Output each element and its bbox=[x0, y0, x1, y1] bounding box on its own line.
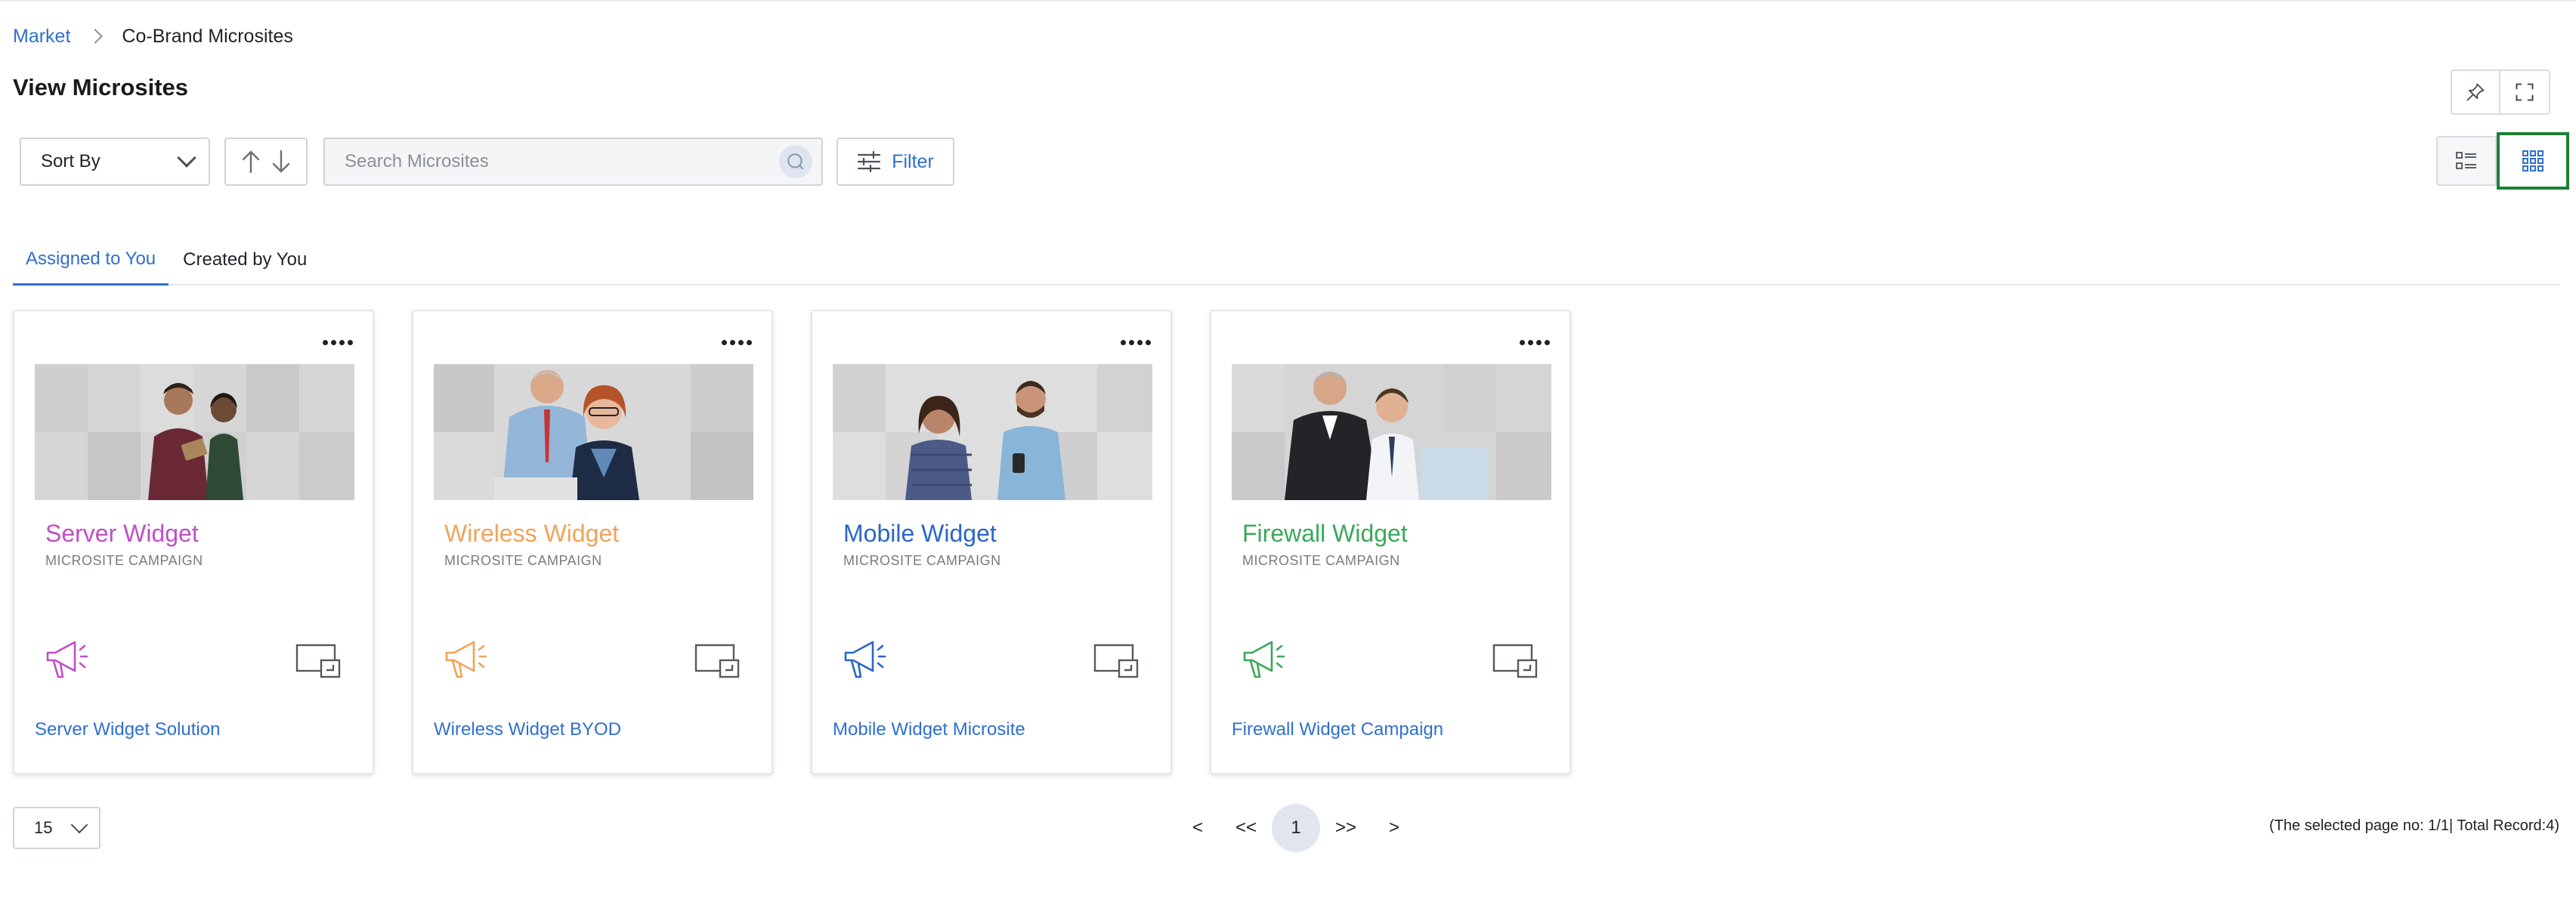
breadcrumb-current: Co-Brand Microsites bbox=[122, 25, 293, 47]
card-title[interactable]: Server Widget bbox=[45, 520, 199, 548]
megaphone-icon bbox=[445, 641, 487, 678]
card-title[interactable]: Firewall Widget bbox=[1242, 520, 1408, 548]
pagination: < << 1 >> > bbox=[1174, 804, 1418, 852]
tab-created-by-you[interactable]: Created by You bbox=[169, 234, 320, 286]
prev-page-button[interactable]: < bbox=[1174, 804, 1222, 852]
filter-label: Filter bbox=[892, 150, 934, 172]
card-title[interactable]: Wireless Widget bbox=[444, 520, 619, 548]
page-size-value: 15 bbox=[34, 818, 53, 837]
card-subtitle: MICROSITE CAMPAIGN bbox=[45, 553, 203, 568]
fullscreen-button[interactable] bbox=[2500, 70, 2550, 115]
microsite-tabs: Assigned to You Created by You bbox=[13, 234, 2559, 286]
search-icon bbox=[787, 153, 804, 170]
card-thumbnail bbox=[833, 364, 1152, 500]
card-link[interactable]: Firewall Widget Campaign bbox=[1232, 719, 1443, 740]
list-view-button[interactable] bbox=[2436, 136, 2497, 186]
page-title: View Microsites bbox=[13, 74, 189, 100]
more-options-icon[interactable] bbox=[1121, 340, 1151, 345]
microsite-preview-icon[interactable] bbox=[1093, 644, 1139, 678]
card-link[interactable]: Wireless Widget BYOD bbox=[434, 719, 621, 740]
more-options-icon[interactable] bbox=[323, 340, 353, 345]
megaphone-icon bbox=[46, 641, 88, 678]
view-toggle bbox=[2436, 132, 2569, 190]
list-view-icon bbox=[2456, 152, 2476, 169]
microsite-preview-icon[interactable] bbox=[295, 644, 341, 678]
chevron-right-icon bbox=[88, 29, 104, 44]
chevron-down-icon bbox=[177, 148, 196, 168]
first-page-button[interactable]: << bbox=[1222, 804, 1270, 852]
tab-assigned-to-you[interactable]: Assigned to You bbox=[13, 234, 169, 286]
filter-button[interactable]: Filter bbox=[837, 137, 954, 186]
search-box bbox=[323, 137, 823, 186]
microsite-card[interactable]: Firewall Widget MICROSITE CAMPAIGN Firew… bbox=[1210, 310, 1571, 774]
sort-by-select[interactable]: Sort By bbox=[20, 137, 210, 186]
card-thumbnail bbox=[1232, 364, 1551, 500]
page-tools bbox=[2451, 70, 2550, 115]
card-thumbnail bbox=[434, 364, 753, 500]
microsite-preview-icon[interactable] bbox=[1492, 644, 1538, 678]
microsite-card[interactable]: Server Widget MICROSITE CAMPAIGN Server … bbox=[13, 310, 374, 774]
card-link[interactable]: Server Widget Solution bbox=[35, 719, 220, 740]
more-options-icon[interactable] bbox=[1520, 340, 1550, 345]
card-subtitle: MICROSITE CAMPAIGN bbox=[444, 553, 602, 568]
card-subtitle: MICROSITE CAMPAIGN bbox=[843, 553, 1001, 568]
megaphone-icon bbox=[1243, 641, 1285, 678]
top-divider bbox=[0, 0, 2576, 3]
expand-icon bbox=[2516, 83, 2534, 101]
more-options-icon[interactable] bbox=[722, 340, 752, 345]
card-title[interactable]: Mobile Widget bbox=[843, 520, 997, 548]
grid-view-icon bbox=[2522, 150, 2544, 171]
sliders-icon bbox=[858, 151, 881, 172]
page-number-button[interactable]: 1 bbox=[1272, 804, 1320, 852]
microsite-preview-icon[interactable] bbox=[694, 644, 740, 678]
next-page-button[interactable]: > bbox=[1370, 804, 1418, 852]
chevron-down-icon bbox=[70, 816, 88, 834]
microsite-card[interactable]: Wireless Widget MICROSITE CAMPAIGN Wirel… bbox=[412, 310, 773, 774]
arrow-down-icon bbox=[272, 150, 290, 173]
sort-by-label: Sort By bbox=[41, 151, 101, 171]
breadcrumb-market-link[interactable]: Market bbox=[13, 26, 70, 48]
card-subtitle: MICROSITE CAMPAIGN bbox=[1242, 553, 1400, 568]
page-size-select[interactable]: 15 bbox=[13, 807, 101, 849]
sort-order-button[interactable] bbox=[224, 137, 308, 186]
record-info: (The selected page no: 1/1| Total Record… bbox=[2269, 817, 2559, 834]
search-input[interactable] bbox=[345, 151, 779, 172]
breadcrumb: Market Co-Brand Microsites bbox=[13, 23, 293, 50]
pin-icon bbox=[2466, 83, 2485, 101]
search-button[interactable] bbox=[779, 145, 812, 178]
megaphone-icon bbox=[844, 641, 886, 678]
arrow-up-icon bbox=[242, 150, 260, 174]
card-link[interactable]: Mobile Widget Microsite bbox=[833, 719, 1025, 740]
microsite-card[interactable]: Mobile Widget MICROSITE CAMPAIGN Mobile … bbox=[811, 310, 1172, 774]
pin-button[interactable] bbox=[2451, 70, 2500, 115]
card-thumbnail bbox=[35, 364, 354, 500]
grid-view-button[interactable] bbox=[2497, 132, 2569, 190]
last-page-button[interactable]: >> bbox=[1322, 804, 1370, 852]
